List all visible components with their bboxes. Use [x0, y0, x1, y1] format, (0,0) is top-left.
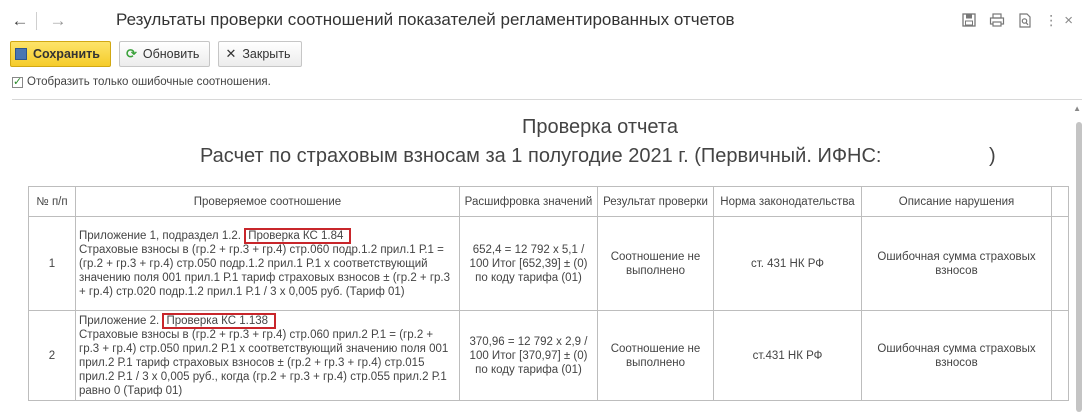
- row-filler: [1051, 216, 1069, 311]
- refresh-button-label: Обновить: [142, 47, 200, 61]
- only-errors-checkbox[interactable]: ✓: [12, 76, 23, 88]
- refresh-button[interactable]: ⟳ Обновить: [118, 41, 211, 67]
- close-button[interactable]: ✕ Закрыть: [218, 41, 302, 67]
- row-num: 2: [28, 310, 76, 401]
- header-num: № п/п: [28, 186, 76, 217]
- close-icon[interactable]: ×: [1064, 12, 1073, 29]
- row-filler: [1051, 310, 1069, 401]
- refresh-icon: ⟳: [125, 46, 137, 61]
- row-relation: Приложение 1, подраздел 1.2. Проверка КС…: [75, 216, 460, 311]
- row-norm: ст.431 НК РФ: [713, 310, 862, 401]
- row-result: Соотношение не выполнено: [597, 310, 714, 401]
- row-decode: 652,4 = 12 792 х 5,1 / 100 Итог [652,39]…: [459, 216, 598, 311]
- relation-prefix: Приложение 1, подраздел 1.2.: [79, 229, 242, 242]
- window-title: Результаты проверки соотношений показате…: [116, 10, 735, 29]
- row-result: Соотношение не выполнено: [597, 216, 714, 311]
- vertical-scrollbar[interactable]: [1076, 122, 1082, 412]
- print-icon[interactable]: [988, 11, 1006, 29]
- save-icon[interactable]: [960, 11, 978, 29]
- relation-prefix: Приложение 2.: [79, 314, 160, 327]
- close-x-icon: ✕: [225, 46, 237, 61]
- header-filler: [1051, 186, 1069, 217]
- relation-text: Страховые взносы в (гр.2 + гр.3 + гр.4) …: [79, 328, 449, 397]
- relation-text: Страховые взносы в (гр.2 + гр.3 + гр.4) …: [79, 243, 450, 298]
- row-relation: Приложение 2. Проверка КС 1.138 Страховы…: [75, 310, 460, 401]
- arrow-left-icon[interactable]: ←: [8, 10, 32, 32]
- more-icon[interactable]: ⋮: [1044, 12, 1058, 29]
- header-result: Результат проверки: [597, 186, 714, 217]
- table-row[interactable]: 2 Приложение 2. Проверка КС 1.138 Страхо…: [28, 310, 1069, 401]
- row-violation: Ошибочная сумма страховых взносов: [861, 310, 1052, 401]
- header-violation: Описание нарушения: [861, 186, 1052, 217]
- check-code-highlight: Проверка КС 1.138: [162, 312, 277, 329]
- header-relation: Проверяемое соотношение: [75, 186, 460, 217]
- nav-separator: [36, 12, 37, 30]
- results-table: № п/п Проверяемое соотношение Расшифровк…: [28, 186, 1069, 401]
- row-num: 1: [28, 216, 76, 311]
- save-button-label: Сохранить: [33, 47, 100, 61]
- header-norm: Норма законодательства: [713, 186, 862, 217]
- report-subtitle: Расчет по страховым взносам за 1 полугод…: [200, 145, 882, 167]
- header-decode: Расшифровка значений: [459, 186, 598, 217]
- row-violation: Ошибочная сумма страховых взносов: [861, 216, 1052, 311]
- table-header-row: № п/п Проверяемое соотношение Расшифровк…: [28, 186, 1069, 217]
- close-button-label: Закрыть: [242, 47, 291, 61]
- only-errors-filter[interactable]: ✓ Отобразить только ошибочные соотношени…: [12, 76, 271, 88]
- toolbar: Сохранить ⟳ Обновить ✕ Закрыть: [10, 41, 302, 67]
- scroll-up-icon[interactable]: ▲: [1073, 104, 1081, 113]
- arrow-right-icon[interactable]: →: [46, 10, 70, 32]
- title-bar: ← → Результаты проверки соотношений пока…: [0, 0, 1087, 40]
- floppy-icon: [15, 48, 27, 60]
- save-button[interactable]: Сохранить: [10, 41, 111, 67]
- row-norm: ст. 431 НК РФ: [713, 216, 862, 311]
- preview-icon[interactable]: [1016, 11, 1034, 29]
- check-code-highlight: Проверка КС 1.84: [244, 227, 352, 244]
- report-title: Проверка отчета: [522, 116, 678, 138]
- row-decode: 370,96 = 12 792 х 2,9 / 100 Итог [370,97…: [459, 310, 598, 401]
- window-controls: ⋮ ×: [960, 11, 1073, 29]
- report-subtitle-close: ): [989, 145, 996, 167]
- only-errors-label: Отобразить только ошибочные соотношения.: [27, 76, 271, 88]
- table-row[interactable]: 1 Приложение 1, подраздел 1.2. Проверка …: [28, 216, 1069, 311]
